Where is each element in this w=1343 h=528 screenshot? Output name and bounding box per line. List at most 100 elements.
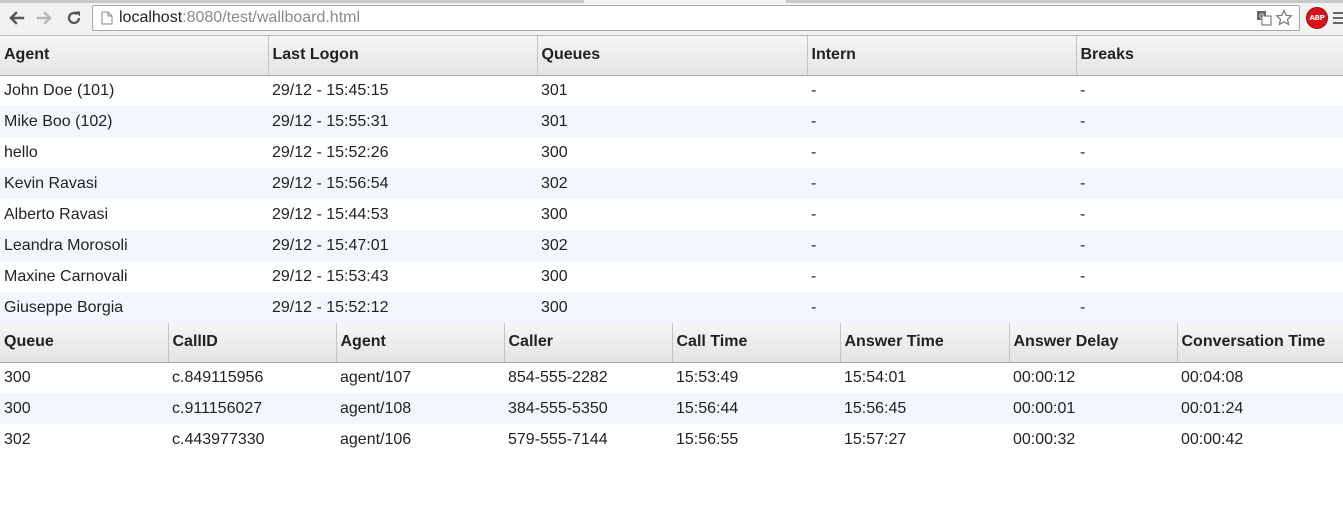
- answer-delay-cell: 00:00:01: [1009, 393, 1177, 424]
- menu-icon[interactable]: [1332, 8, 1343, 28]
- last-logon-cell: 29/12 - 15:47:01: [268, 230, 537, 261]
- queues-cell: 300: [541, 267, 568, 285]
- last-logon-cell: 29/12 - 15:53:43: [272, 267, 389, 285]
- calls-table-body: 300 c.849115956 agent/107 854-555-2282 15:53…: [0, 362, 1343, 455]
- answer-delay-cell: 00:00:12: [1013, 368, 1076, 386]
- queues-cell: 300: [541, 143, 568, 161]
- forward-arrow-icon[interactable]: [35, 8, 55, 28]
- answer-time-cell: 15:56:45: [840, 393, 1009, 424]
- agent-name-cell: Maxine Carnovali: [4, 267, 128, 285]
- agent-row[interactable]: Mike Boo (102) 29/12 - 15:55:31 301- -: [0, 106, 1343, 137]
- agents-header-intern[interactable]: Intern: [806, 36, 1076, 76]
- agent-name-cell: Giuseppe Borgia: [0, 292, 268, 323]
- intern-cell: -: [811, 205, 817, 223]
- agents-header-queues[interactable]: Queues: [536, 36, 807, 76]
- agent-name-cell: Mike Boo (102): [0, 106, 268, 137]
- last-logon-cell: 29/12 - 15:56:54: [268, 168, 537, 199]
- conversation-time-cell: 00:01:24: [1177, 393, 1343, 424]
- intern-cell: -: [811, 143, 817, 161]
- agent-row[interactable]: Giuseppe Borgia 29/12 - 15:52:12 300- -: [0, 292, 1343, 323]
- answer-delay-cell: 00:00:32: [1013, 430, 1076, 448]
- agent-name-cell: Alberto Ravasi: [4, 205, 109, 223]
- call-row[interactable]: 300 c.911156027 agent/108 384-555-5350 15:56…: [0, 393, 1343, 424]
- calls-header-row: Queue CallID Agent Caller Call Time Answ…: [0, 323, 1343, 363]
- agents-header-breaks[interactable]: Breaks: [1075, 36, 1343, 76]
- breaks-cell: -: [1080, 267, 1086, 285]
- breaks-cell: -: [1076, 230, 1343, 261]
- url-path: :8080/test/wallboard.html: [182, 9, 361, 26]
- callid-cell: c.911156027: [168, 393, 336, 424]
- agent-row[interactable]: Leandra Morosoli 29/12 - 15:47:01 302- -: [0, 230, 1343, 261]
- conversation-time-cell: 00:00:42: [1181, 430, 1244, 448]
- intern-cell: -: [807, 230, 1076, 261]
- page-icon: [101, 11, 113, 30]
- agent-row[interactable]: hello 29/12 - 15:52:26 300 - -: [0, 137, 1343, 168]
- calls-header-caller[interactable]: Caller: [503, 323, 672, 363]
- agent-row[interactable]: Alberto Ravasi 29/12 - 15:44:53 300 - -: [0, 199, 1343, 230]
- tab-strip-edge: [0, 0, 1343, 3]
- intern-cell: -: [811, 81, 817, 99]
- queue-cell: 300: [4, 368, 31, 386]
- calls-header-call-time[interactable]: Call Time: [671, 323, 840, 363]
- conversation-time-cell: 00:04:08: [1181, 368, 1244, 386]
- caller-cell: 854-555-2282: [508, 368, 608, 386]
- call-row[interactable]: 302 c.443977330 agent/106 579-555-7144 15:56…: [0, 424, 1343, 455]
- agent-name-cell: Leandra Morosoli: [0, 230, 268, 261]
- queues-cell: 301: [541, 81, 568, 99]
- intern-cell: -: [807, 292, 1076, 323]
- queues-cell: 300: [537, 292, 807, 323]
- breaks-cell: -: [1076, 106, 1343, 137]
- reload-icon[interactable]: [64, 8, 84, 28]
- callid-cell: c.443977330: [172, 430, 265, 448]
- agents-header-last-logon[interactable]: Last Logon: [267, 36, 537, 76]
- agent-row[interactable]: Kevin Ravasi 29/12 - 15:56:54 302- -: [0, 168, 1343, 199]
- calls-header-conversation-time[interactable]: Conversation Time: [1176, 323, 1343, 363]
- callid-cell: c.849115956: [172, 368, 264, 386]
- breaks-cell: -: [1080, 81, 1086, 99]
- call-time-cell: 15:56:44: [672, 393, 840, 424]
- agent-row[interactable]: John Doe (101) 29/12 - 15:45:15 301 - -: [0, 75, 1343, 106]
- calls-header-answer-time[interactable]: Answer Time: [839, 323, 1009, 363]
- url-text[interactable]: localhost:8080/test/wallboard.html: [119, 10, 360, 26]
- queue-cell: 302: [4, 430, 31, 448]
- calls-header-answer-delay[interactable]: Answer Delay: [1008, 323, 1177, 363]
- back-arrow-icon[interactable]: [6, 8, 26, 28]
- agent-cell: agent/106: [340, 430, 412, 448]
- queue-cell: 300: [0, 393, 168, 424]
- call-time-cell: 15:56:55: [676, 430, 739, 448]
- star-icon[interactable]: [1275, 9, 1293, 27]
- svg-text:G: G: [1259, 13, 1264, 21]
- call-row[interactable]: 300 c.849115956 agent/107 854-555-2282 15:53…: [0, 362, 1343, 393]
- agent-cell: agent/108: [336, 393, 504, 424]
- agents-header-row: Agent Last Logon Queues Intern Breaks: [0, 36, 1343, 76]
- last-logon-cell: 29/12 - 15:52:26: [272, 143, 389, 161]
- calls-header-queue[interactable]: Queue: [0, 323, 168, 363]
- last-logon-cell: 29/12 - 15:45:15: [272, 81, 389, 99]
- queues-cell: 302: [537, 168, 807, 199]
- queues-cell: 302: [537, 230, 807, 261]
- answer-time-cell: 15:57:27: [844, 430, 907, 448]
- agents-table-body: John Doe (101) 29/12 - 15:45:15 301- - Mike …: [0, 75, 1343, 323]
- breaks-cell: -: [1076, 168, 1343, 199]
- calls-table: Queue CallID Agent Caller Call Time Answ…: [0, 323, 1343, 455]
- caller-cell: 579-555-7144: [508, 430, 608, 448]
- agent-row[interactable]: Maxine Carnovali 29/12 - 15:53:43 300 - -: [0, 261, 1343, 292]
- call-time-cell: 15:53:49: [676, 368, 739, 386]
- calls-header-agent[interactable]: Agent: [335, 323, 504, 363]
- calls-header-callid[interactable]: CallID: [167, 323, 336, 363]
- agents-header-agent[interactable]: Agent: [0, 36, 268, 76]
- agent-name-cell: hello: [4, 143, 38, 161]
- url-host: localhost: [119, 9, 183, 26]
- abp-icon[interactable]: ABP: [1306, 7, 1328, 29]
- address-bar[interactable]: localhost:8080/test/wallboard.html G: [92, 5, 1300, 31]
- agent-name-cell: John Doe (101): [4, 81, 115, 99]
- last-logon-cell: 29/12 - 15:44:53: [272, 205, 389, 223]
- breaks-cell: -: [1080, 205, 1086, 223]
- queues-cell: 301: [537, 106, 807, 137]
- translate-icon[interactable]: G: [1255, 9, 1273, 27]
- answer-time-cell: 15:54:01: [844, 368, 907, 386]
- agent-cell: agent/107: [340, 368, 412, 386]
- last-logon-cell: 29/12 - 15:52:12: [268, 292, 537, 323]
- intern-cell: -: [811, 267, 817, 285]
- breaks-cell: -: [1076, 292, 1343, 323]
